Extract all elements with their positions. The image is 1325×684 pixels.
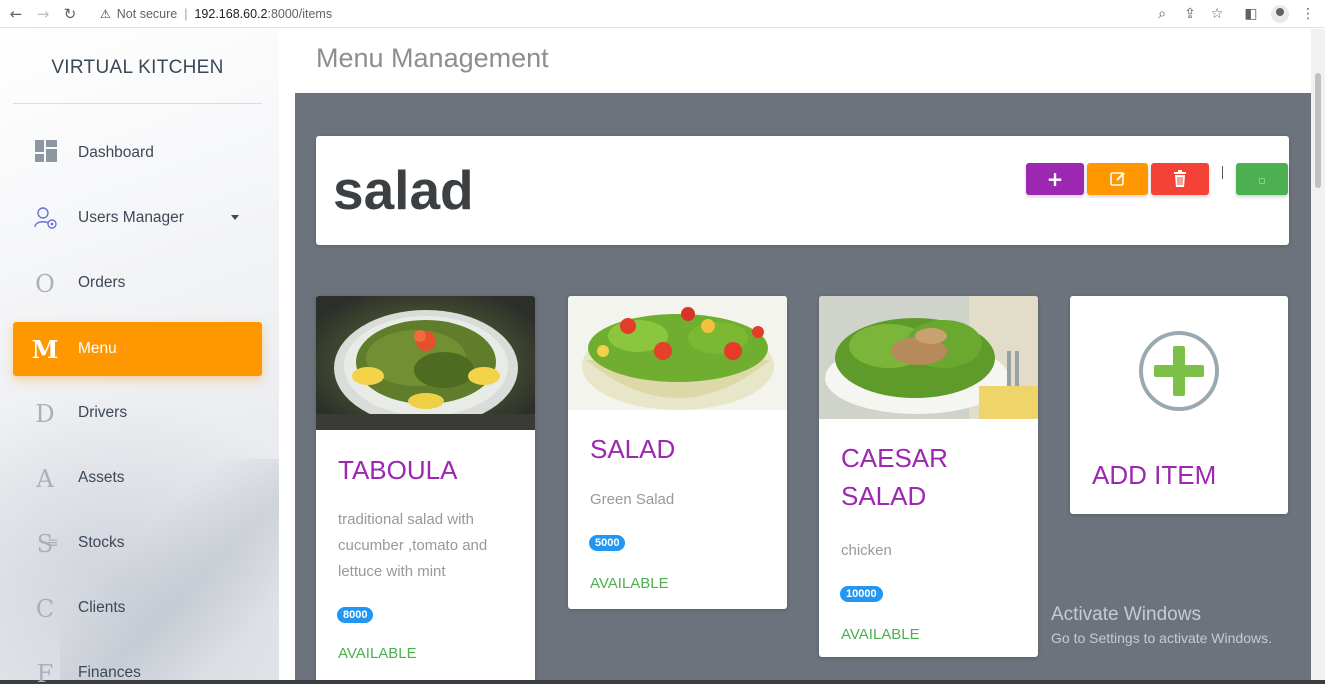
sidebar-item-stocks[interactable]: S ≡ Stocks [13,516,262,570]
square-icon [1259,178,1265,184]
category-header-card: salad + [316,136,1289,245]
brand-divider [13,103,262,104]
menu-item-card[interactable]: TABOULA traditional salad with cucumber … [316,296,535,684]
add-item-card[interactable]: ADD ITEM [1070,296,1288,514]
sidebar-item-orders[interactable]: O Orders [13,256,262,310]
profile-icon[interactable] [1271,5,1289,23]
menu-item-card[interactable]: SALAD Green Salad 5000 AVAILABLE [568,296,787,609]
category-title: salad [333,159,474,221]
side-panel-icon[interactable]: ◧ [1241,4,1261,24]
top-navbar: Menu Management [295,29,1311,93]
assets-letter-icon: A [36,465,54,493]
sidebar-item-assets[interactable]: A Assets [13,451,262,505]
item-image-salad [568,296,787,410]
brand-title[interactable]: VIRTUAL KITCHEN [0,57,275,79]
price-badge: 8000 [337,607,374,623]
sidebar-item-label: Drivers [78,404,128,421]
drivers-letter-icon: D [35,400,55,428]
item-description: Green Salad [590,491,675,508]
green-action-button[interactable] [1236,163,1288,195]
item-image-taboula [316,296,535,430]
sidebar-item-label: Orders [78,274,126,291]
button-divider [1222,166,1223,179]
plus-icon: + [1046,167,1064,191]
sidebar-item-label: Menu [78,340,117,357]
sidebar-item-finances[interactable]: F Finances [13,646,262,684]
sidebar-item-clients[interactable]: C Clients [13,581,262,635]
price-badge: 10000 [840,586,883,602]
item-name: SALAD [590,434,676,464]
sidebar-item-dashboard[interactable]: Dashboard [13,126,262,180]
zoom-icon[interactable]: ⌕ [1152,4,1172,24]
clients-letter-icon: C [35,595,55,623]
page-scrollbar[interactable] [1311,29,1325,684]
warning-icon: ⚠ [100,7,111,21]
windows-watermark-subtitle: Go to Settings to activate Windows. [1051,630,1272,646]
more-menu-icon[interactable]: ⋮ [1298,4,1318,24]
address-separator: | [184,7,188,21]
menu-item-card[interactable]: CAESAR SALAD chicken 10000 AVAILABLE [819,296,1038,657]
address-bar[interactable]: ⚠ Not secure | 192.168.60.2:8000/items [90,3,1190,25]
sidebar: VIRTUAL KITCHEN Dashboard Users Manager … [0,29,279,684]
dashboard-icon [35,140,57,162]
users-manager-icon [34,207,57,229]
item-status: AVAILABLE [338,645,417,662]
price-badge: 5000 [589,535,626,551]
item-description: traditional salad with cucumber ,tomato … [338,511,488,580]
browser-toolbar: ← → ↻ ⚠ Not secure | 192.168.60.2:8000/item… [0,0,1325,28]
url-path: :8000/items [267,7,333,21]
sidebar-item-drivers[interactable]: D Drivers [13,386,262,440]
sidebar-item-label: Finances [78,664,141,681]
reload-icon[interactable]: ↻ [60,4,80,24]
trash-icon [1174,170,1186,187]
item-name: CAESAR SALAD [841,443,948,511]
url-host: 192.168.60.2 [194,7,268,21]
main-content: Menu Management salad + TABOULA traditio… [295,29,1311,684]
scrollbar-thumb[interactable] [1315,73,1321,188]
sidebar-item-label: Clients [78,599,126,616]
item-image-caesar-salad [819,296,1038,419]
forward-icon[interactable]: → [33,4,53,24]
page-title: Menu Management [316,43,549,73]
windows-watermark-title: Activate Windows [1051,604,1201,625]
back-icon[interactable]: ← [6,4,26,24]
sidebar-item-menu[interactable]: M Menu [13,322,262,376]
edit-button[interactable] [1087,163,1148,195]
add-button[interactable]: + [1026,163,1084,195]
item-description: chicken [841,542,892,559]
orders-letter-icon: O [35,270,55,298]
edit-icon [1109,172,1125,186]
bookmark-star-icon[interactable]: ☆ [1207,4,1227,24]
finances-letter-icon: F [36,660,54,684]
list-icon: ≡ [47,535,59,551]
sidebar-item-label: Dashboard [78,144,154,161]
delete-button[interactable] [1151,163,1209,195]
item-name: TABOULA [338,455,458,485]
item-status: AVAILABLE [841,626,920,643]
sidebar-item-users-manager[interactable]: Users Manager [13,191,262,245]
share-icon[interactable]: ⇪ [1180,4,1200,24]
chevron-down-icon[interactable] [231,215,239,220]
add-item-label: ADD ITEM [1092,460,1217,490]
security-label: Not secure [116,7,178,21]
sidebar-item-label: Assets [78,469,125,486]
menu-letter-icon: M [31,335,59,364]
add-circle-icon [1139,331,1219,411]
item-status: AVAILABLE [590,575,669,592]
sidebar-item-label: Stocks [78,534,125,551]
sidebar-item-label: Users Manager [78,209,184,226]
